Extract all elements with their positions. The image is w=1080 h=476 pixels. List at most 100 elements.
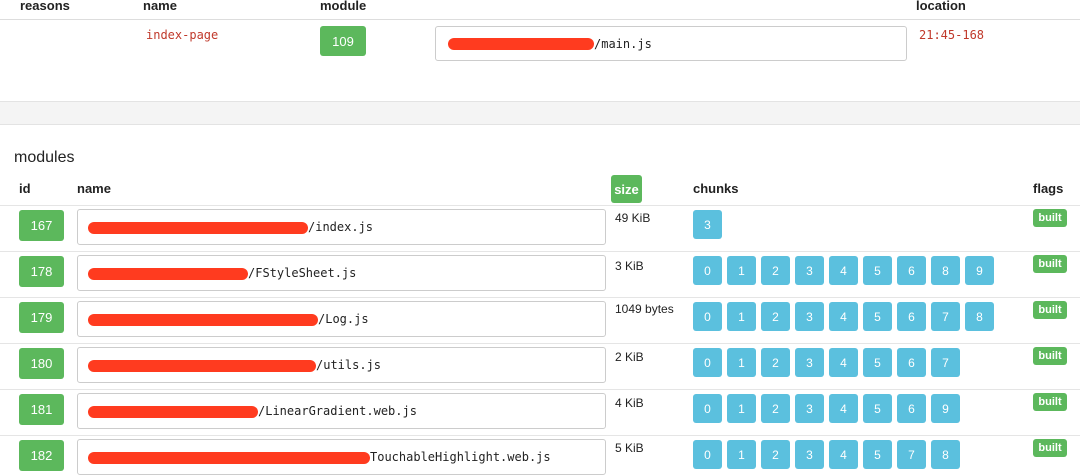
chunk-button[interactable]: 6 — [897, 256, 926, 285]
module-path-field[interactable]: /FStyleSheet.js — [77, 255, 606, 291]
chunk-button[interactable]: 3 — [795, 348, 824, 377]
chunk-button[interactable]: 6 — [897, 302, 926, 331]
redaction-mark — [88, 268, 248, 280]
chunk-button[interactable]: 1 — [727, 302, 756, 331]
chunk-button[interactable]: 3 — [795, 440, 824, 469]
reason-path-field[interactable]: /main.js — [435, 26, 907, 61]
built-flag-badge: built — [1033, 209, 1067, 227]
module-path-field[interactable]: /Log.js — [77, 301, 606, 337]
chunk-button[interactable]: 1 — [727, 256, 756, 285]
chunk-button[interactable]: 3 — [795, 394, 824, 423]
sort-size-button[interactable]: size — [611, 175, 642, 203]
module-path-field[interactable]: TouchableHighlight.web.js — [77, 439, 606, 475]
chunk-button[interactable]: 7 — [931, 348, 960, 377]
header-module: module — [320, 0, 367, 13]
module-size: 1049 bytes — [615, 302, 674, 316]
module-size: 4 KiB — [615, 396, 644, 410]
row-divider — [0, 205, 1080, 206]
module-id-button[interactable]: 180 — [19, 348, 64, 379]
module-id-button[interactable]: 178 — [19, 256, 64, 287]
chunk-button[interactable]: 9 — [965, 256, 994, 285]
chunk-button[interactable]: 3 — [795, 256, 824, 285]
redaction-mark — [448, 38, 594, 50]
module-id-button[interactable]: 179 — [19, 302, 64, 333]
chunk-button[interactable]: 5 — [863, 256, 892, 285]
chunk-button[interactable]: 0 — [693, 256, 722, 285]
chunk-button[interactable]: 2 — [761, 348, 790, 377]
redaction-mark — [88, 314, 318, 326]
reason-path-text: /main.js — [594, 36, 652, 51]
row-divider — [0, 343, 1080, 344]
module-path-text: /FStyleSheet.js — [248, 266, 357, 280]
chunk-button[interactable]: 8 — [965, 302, 994, 331]
module-id-button[interactable]: 182 — [19, 440, 64, 471]
module-path-text: TouchableHighlight.web.js — [370, 450, 551, 464]
module-size: 5 KiB — [615, 441, 644, 455]
header-divider — [0, 19, 1080, 20]
module-path-field[interactable]: /LinearGradient.web.js — [77, 393, 606, 429]
redaction-mark — [88, 406, 258, 418]
reason-name[interactable]: index-page — [146, 28, 218, 42]
chunk-button[interactable]: 4 — [829, 394, 858, 423]
reasons-table: reasons name module location index-page … — [0, 0, 1080, 100]
chunk-button[interactable]: 7 — [897, 440, 926, 469]
redaction-mark — [88, 222, 308, 234]
header-flags: flags — [1033, 181, 1064, 196]
chunk-button[interactable]: 0 — [693, 394, 722, 423]
chunk-button[interactable]: 2 — [761, 256, 790, 285]
chunk-button[interactable]: 4 — [829, 348, 858, 377]
chunk-button[interactable]: 5 — [863, 348, 892, 377]
modules-title: modules — [14, 149, 75, 166]
chunk-button[interactable]: 2 — [761, 440, 790, 469]
header-id: id — [19, 181, 31, 196]
module-path-text: /LinearGradient.web.js — [258, 404, 417, 418]
row-divider — [0, 251, 1080, 252]
module-path-field[interactable]: /utils.js — [77, 347, 606, 383]
module-path-text: /Log.js — [318, 312, 369, 326]
chunk-button[interactable]: 9 — [931, 394, 960, 423]
chunk-button[interactable]: 1 — [727, 348, 756, 377]
module-path-field[interactable]: /index.js — [77, 209, 606, 245]
section-separator — [0, 101, 1080, 125]
chunk-button[interactable]: 8 — [931, 440, 960, 469]
built-flag-badge: built — [1033, 255, 1067, 273]
module-id-button[interactable]: 181 — [19, 394, 64, 425]
chunk-button[interactable]: 3 — [795, 302, 824, 331]
row-divider — [0, 435, 1080, 436]
chunk-button[interactable]: 1 — [727, 394, 756, 423]
module-size: 3 KiB — [615, 259, 644, 273]
module-size: 49 KiB — [615, 211, 651, 225]
chunk-button[interactable]: 6 — [897, 348, 926, 377]
header-location: location — [916, 0, 966, 13]
row-divider — [0, 389, 1080, 390]
chunk-button[interactable]: 0 — [693, 440, 722, 469]
redaction-mark — [88, 452, 370, 464]
chunk-button[interactable]: 0 — [693, 348, 722, 377]
header-reasons: reasons — [20, 0, 70, 13]
module-path-text: /index.js — [308, 220, 374, 234]
chunk-button[interactable]: 2 — [761, 394, 790, 423]
chunk-button[interactable]: 1 — [727, 440, 756, 469]
chunk-button[interactable]: 0 — [693, 302, 722, 331]
chunk-button[interactable]: 5 — [863, 440, 892, 469]
chunk-button[interactable]: 5 — [863, 302, 892, 331]
header-name: name — [143, 0, 177, 13]
reason-location: 21:45-168 — [919, 28, 985, 42]
module-id-button[interactable]: 109 — [320, 26, 366, 56]
built-flag-badge: built — [1033, 393, 1067, 411]
built-flag-badge: built — [1033, 301, 1067, 319]
chunk-button[interactable]: 5 — [863, 394, 892, 423]
chunk-button[interactable]: 8 — [931, 256, 960, 285]
redaction-mark — [88, 360, 316, 372]
chunk-button[interactable]: 6 — [897, 394, 926, 423]
chunk-button[interactable]: 7 — [931, 302, 960, 331]
chunk-button[interactable]: 4 — [829, 440, 858, 469]
module-id-button[interactable]: 167 — [19, 210, 64, 241]
chunk-button[interactable]: 4 — [829, 256, 858, 285]
module-size: 2 KiB — [615, 350, 644, 364]
chunk-button[interactable]: 2 — [761, 302, 790, 331]
row-divider — [0, 297, 1080, 298]
chunk-button[interactable]: 3 — [693, 210, 722, 239]
built-flag-badge: built — [1033, 347, 1067, 365]
chunk-button[interactable]: 4 — [829, 302, 858, 331]
